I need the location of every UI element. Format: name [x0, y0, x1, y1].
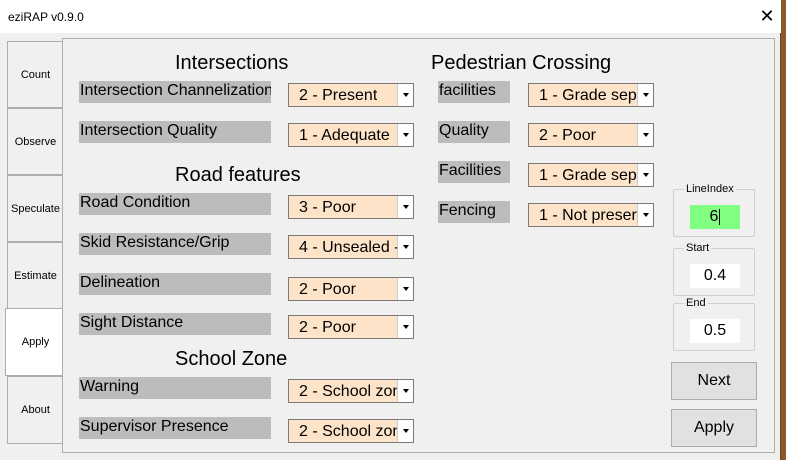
tab-estimate[interactable]: Estimate	[7, 242, 63, 309]
chevron-down-icon[interactable]	[637, 164, 653, 186]
next-button[interactable]: Next	[671, 362, 757, 400]
chevron-down-icon[interactable]	[397, 316, 413, 338]
line-index-group: LineIndex 6	[673, 183, 755, 237]
school-zone-heading: School Zone	[175, 348, 288, 370]
end-group: End 0.5	[673, 297, 755, 351]
apply-panel: Intersections Intersection Channelizatio…	[62, 38, 775, 453]
pedestrian-quality-label: Quality	[438, 121, 510, 143]
delineation-label: Delineation	[79, 273, 271, 295]
apply-button[interactable]: Apply	[671, 409, 757, 447]
chevron-down-icon[interactable]	[637, 204, 653, 226]
close-icon[interactable]: ✕	[754, 4, 780, 28]
title-bar: eziRAP v0.9.0 ✕	[0, 0, 781, 33]
skid-resistance-combo[interactable]: 4 - Unsealed -	[288, 235, 414, 259]
line-index-input[interactable]: 6	[690, 205, 740, 229]
pedestrian-facilities-combo[interactable]: 1 - Grade sep	[528, 83, 654, 107]
combo-value: 2 - School zon	[299, 423, 402, 440]
start-group: Start 0.4	[673, 242, 755, 296]
combo-value: 2 - School zon	[299, 383, 402, 400]
skid-resistance-label: Skid Resistance/Grip	[79, 233, 271, 255]
tab-about[interactable]: About	[7, 376, 63, 444]
pedestrian-facilities2-label: Facilities	[438, 161, 510, 183]
combo-value: 2 - Poor	[539, 127, 596, 144]
text-caret	[719, 208, 721, 225]
sight-distance-label: Sight Distance	[79, 313, 271, 335]
app-window: eziRAP v0.9.0 ✕ Count Observe Speculate …	[0, 0, 781, 460]
intersections-heading: Intersections	[175, 52, 289, 74]
combo-value: 2 - Poor	[299, 319, 356, 336]
combo-value: 4 - Unsealed -	[299, 239, 400, 256]
intersection-channelization-label: Intersection Channelization	[79, 81, 271, 103]
pedestrian-crossing-heading: Pedestrian Crossing	[431, 52, 612, 74]
sight-distance-combo[interactable]: 2 - Poor	[288, 315, 414, 339]
pedestrian-fencing-label: Fencing	[438, 201, 510, 223]
tab-strip: Count Observe Speculate Estimate Apply A…	[0, 33, 65, 460]
chevron-down-icon[interactable]	[397, 84, 413, 106]
road-condition-label: Road Condition	[79, 193, 271, 215]
road-condition-combo[interactable]: 3 - Poor	[288, 195, 414, 219]
tab-observe[interactable]: Observe	[7, 108, 63, 175]
combo-value: 2 - Present	[299, 87, 378, 104]
combo-value: 1 - Adequate	[299, 127, 390, 144]
warning-label: Warning	[79, 377, 271, 399]
start-input[interactable]: 0.4	[690, 264, 740, 288]
combo-value: 2 - Poor	[299, 281, 356, 298]
tab-count[interactable]: Count	[7, 41, 63, 108]
chevron-down-icon[interactable]	[637, 84, 653, 106]
supervisor-presence-combo[interactable]: 2 - School zon	[288, 419, 414, 443]
chevron-down-icon[interactable]	[397, 196, 413, 218]
window-title: eziRAP v0.9.0	[8, 10, 84, 24]
pedestrian-facilities-label: facilities	[438, 81, 510, 103]
supervisor-presence-label: Supervisor Presence	[79, 417, 271, 439]
chevron-down-icon[interactable]	[397, 236, 413, 258]
intersection-channelization-combo[interactable]: 2 - Present	[288, 83, 414, 107]
combo-value: 3 - Poor	[299, 199, 356, 216]
pedestrian-fencing-combo[interactable]: 1 - Not preser	[528, 203, 654, 227]
delineation-combo[interactable]: 2 - Poor	[288, 277, 414, 301]
start-label: Start	[684, 242, 712, 254]
chevron-down-icon[interactable]	[397, 124, 413, 146]
tab-speculate[interactable]: Speculate	[7, 175, 63, 242]
combo-value: 1 - Grade sep	[539, 87, 637, 104]
combo-value: 1 - Not preser	[539, 207, 637, 224]
chevron-down-icon[interactable]	[397, 380, 413, 402]
chevron-down-icon[interactable]	[397, 420, 413, 442]
road-features-heading: Road features	[175, 164, 301, 186]
combo-value: 1 - Grade sep	[539, 167, 637, 184]
intersection-quality-label: Intersection Quality	[79, 121, 271, 143]
line-index-label: LineIndex	[684, 183, 736, 195]
end-input[interactable]: 0.5	[690, 319, 740, 343]
tab-apply[interactable]: Apply	[5, 308, 65, 376]
pedestrian-facilities2-combo[interactable]: 1 - Grade sep	[528, 163, 654, 187]
warning-combo[interactable]: 2 - School zon	[288, 379, 414, 403]
pedestrian-quality-combo[interactable]: 2 - Poor	[528, 123, 654, 147]
end-label: End	[684, 297, 708, 309]
intersection-quality-combo[interactable]: 1 - Adequate	[288, 123, 414, 147]
chevron-down-icon[interactable]	[637, 124, 653, 146]
chevron-down-icon[interactable]	[397, 278, 413, 300]
